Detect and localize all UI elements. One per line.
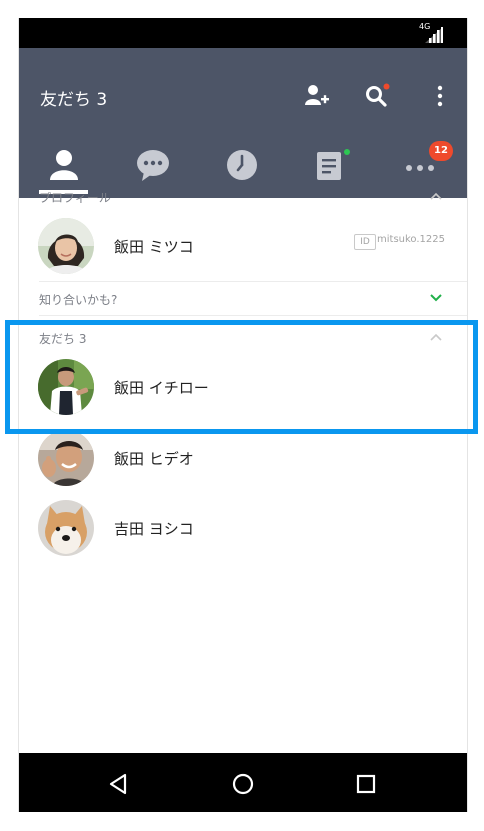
section-label-suggestions: 知り合いかも? — [39, 293, 118, 307]
navigation-bar — [19, 753, 467, 812]
person-icon — [50, 150, 78, 180]
profile-section-header[interactable]: プロフィール — [19, 182, 467, 212]
avatar — [38, 500, 94, 556]
friend-name: 吉田 ヨシコ — [114, 520, 194, 538]
avatar — [38, 218, 94, 274]
more-vertical-icon[interactable] — [427, 83, 453, 109]
clock-icon — [227, 150, 257, 180]
back-icon[interactable] — [106, 771, 132, 797]
id-chip: ID — [354, 234, 376, 250]
divider — [39, 281, 467, 282]
section-label-profile: プロフィール — [39, 191, 111, 205]
chat-bubble-icon — [137, 150, 169, 181]
app-header: 友だち 3 12 — [19, 48, 467, 198]
add-friend-icon[interactable] — [304, 83, 330, 109]
search-icon[interactable] — [364, 83, 390, 109]
news-notification-dot — [344, 149, 350, 155]
page-title: 友だち 3 — [40, 90, 108, 110]
signal-icon — [425, 27, 443, 43]
profile-id: mitsuko.1225 — [377, 234, 445, 245]
friend-row[interactable]: 飯田 ヒデオ — [19, 424, 467, 492]
friend-name: 飯田 ヒデオ — [114, 450, 194, 468]
status-bar: 4G — [19, 18, 467, 48]
profile-row[interactable]: 飯田 ミツコ ID mitsuko.1225 — [19, 212, 467, 280]
avatar — [38, 430, 94, 486]
recent-apps-icon[interactable] — [353, 771, 379, 797]
friend-row[interactable]: 吉田 ヨシコ — [19, 494, 467, 562]
chevron-down-icon — [430, 294, 442, 302]
chevron-up-icon — [430, 192, 442, 200]
search-notification-dot — [383, 83, 390, 90]
home-icon[interactable] — [230, 771, 256, 797]
document-icon — [317, 149, 350, 180]
profile-name: 飯田 ミツコ — [114, 238, 194, 256]
divider — [39, 315, 467, 316]
suggestion-section-header[interactable]: 知り合いかも? — [19, 284, 467, 314]
notification-badge: 12 — [429, 141, 453, 161]
highlight-box — [5, 320, 478, 434]
